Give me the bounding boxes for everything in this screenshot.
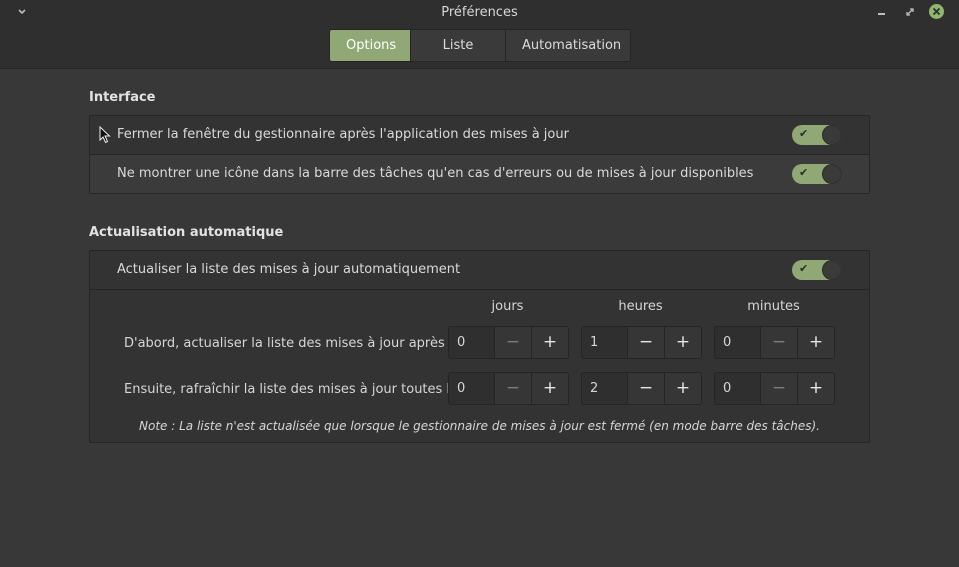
setting-row-close-window: Fermer la fenêtre du gestionnaire après … <box>90 116 869 155</box>
auto-refresh-note: Note : La liste n'est actualisée que lor… <box>139 419 820 433</box>
first-hours-spinner[interactable]: 1 − + <box>581 326 702 359</box>
first-days-spinner[interactable]: 0 − + <box>448 326 569 359</box>
increment-button[interactable]: + <box>798 373 834 404</box>
decrement-button[interactable]: − <box>495 373 532 404</box>
increment-button[interactable]: + <box>532 327 568 358</box>
column-header-days: jours <box>491 299 524 314</box>
spinner-value[interactable]: 0 <box>449 373 495 404</box>
toggle-auto-refresh[interactable]: ✔ <box>792 260 842 280</box>
window-title: Préférences <box>441 5 518 20</box>
increment-button[interactable]: + <box>665 327 701 358</box>
decrement-button[interactable]: − <box>495 327 532 358</box>
decrement-button[interactable]: − <box>628 373 665 404</box>
toggle-tray-icon[interactable]: ✔ <box>792 164 842 184</box>
interface-frame: Fermer la fenêtre du gestionnaire après … <box>89 115 870 194</box>
spinner-value[interactable]: 0 <box>715 373 761 404</box>
setting-label: Actualiser la liste des mises à jour aut… <box>117 262 461 277</box>
decrement-button[interactable]: − <box>761 373 798 404</box>
title-bar: Préférences Options Liste noire Automati… <box>0 0 959 69</box>
next-days-spinner[interactable]: 0 − + <box>448 372 569 405</box>
first-refresh-label: D'abord, actualiser la liste des mises à… <box>124 336 454 351</box>
setting-row-tray-icon: Ne montrer une icône dans la barre des t… <box>90 155 869 193</box>
decrement-button[interactable]: − <box>628 327 665 358</box>
setting-row-auto-refresh: Actualiser la liste des mises à jour aut… <box>90 251 869 290</box>
toggle-knob <box>822 125 842 145</box>
minimize-button[interactable] <box>874 4 890 20</box>
check-icon: ✔ <box>799 262 809 275</box>
auto-refresh-frame: Actualiser la liste des mises à jour aut… <box>89 250 870 443</box>
increment-button[interactable]: + <box>532 373 568 404</box>
increment-button[interactable]: + <box>665 373 701 404</box>
spinner-value[interactable]: 1 <box>582 327 628 358</box>
spinner-value[interactable]: 2 <box>582 373 628 404</box>
tab-bar: Options Liste noire Automatisation <box>329 29 631 62</box>
preferences-window: Préférences Options Liste noire Automati… <box>0 0 959 567</box>
tab-options[interactable]: Options <box>330 30 411 61</box>
toggle-close-window[interactable]: ✔ <box>792 125 842 145</box>
next-refresh-label: Ensuite, rafraîchir la liste des mises à… <box>124 382 474 397</box>
first-minutes-spinner[interactable]: 0 − + <box>714 326 835 359</box>
column-header-hours: heures <box>618 299 663 314</box>
close-icon <box>932 7 941 16</box>
tab-automatisation[interactable]: Automatisation <box>506 30 630 61</box>
toggle-knob <box>822 164 842 184</box>
toggle-knob <box>822 260 842 280</box>
next-minutes-spinner[interactable]: 0 − + <box>714 372 835 405</box>
restore-icon <box>906 8 914 16</box>
close-button[interactable] <box>929 4 944 19</box>
increment-button[interactable]: + <box>798 327 834 358</box>
mouse-pointer-icon <box>99 126 111 144</box>
decrement-button[interactable]: − <box>761 327 798 358</box>
next-hours-spinner[interactable]: 2 − + <box>581 372 702 405</box>
column-header-minutes: minutes <box>747 299 800 314</box>
check-icon: ✔ <box>799 166 809 179</box>
check-icon: ✔ <box>799 127 809 140</box>
section-title-interface: Interface <box>89 90 156 105</box>
section-title-auto-refresh: Actualisation automatique <box>89 225 284 240</box>
spinner-value[interactable]: 0 <box>715 327 761 358</box>
spinner-value[interactable]: 0 <box>449 327 495 358</box>
tab-liste-noire[interactable]: Liste noire <box>411 30 506 61</box>
maximize-button[interactable] <box>902 4 918 20</box>
setting-label: Fermer la fenêtre du gestionnaire après … <box>117 127 569 142</box>
setting-label: Ne montrer une icône dans la barre des t… <box>117 166 754 181</box>
